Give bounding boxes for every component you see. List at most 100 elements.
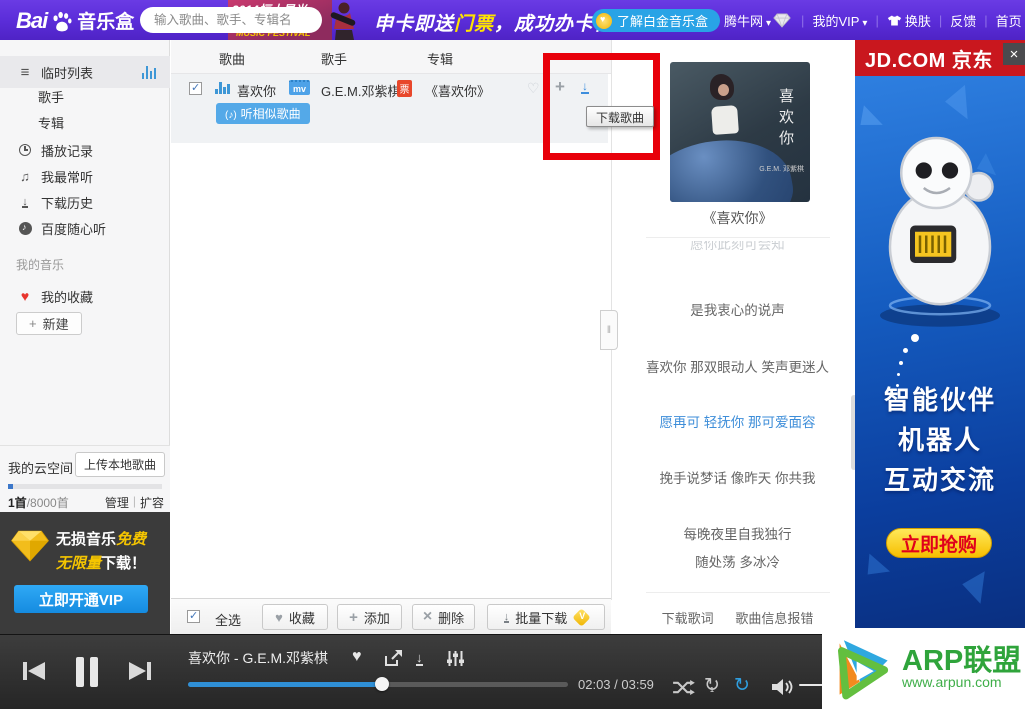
- sidebar-item-artists[interactable]: 歌手: [0, 82, 170, 110]
- add-to-playlist-icon[interactable]: [555, 77, 565, 97]
- baidu-music-logo[interactable]: Bai 音乐盒: [16, 7, 134, 34]
- mv-badge[interactable]: mv: [289, 80, 310, 95]
- nav-separator: [976, 13, 995, 28]
- cloud-usage-text: 1首/8000首: [8, 494, 69, 511]
- now-playing-title[interactable]: 喜欢你 - G.E.M.邓紫棋: [188, 648, 328, 668]
- favorite-heart-icon[interactable]: [527, 80, 540, 97]
- download-song-icon[interactable]: [581, 81, 589, 94]
- song-row[interactable]: 喜欢你 mv G.E.M.邓紫棋 票 《喜欢你》 听相似歌曲: [171, 74, 608, 143]
- volume-icon[interactable]: [772, 679, 794, 695]
- favorite-button[interactable]: 收藏: [262, 604, 328, 630]
- nav-change-skin[interactable]: 换肤: [905, 11, 931, 30]
- open-vip-button[interactable]: 立即开通VIP: [14, 585, 148, 613]
- cloud-manage-link[interactable]: 管理: [105, 494, 129, 511]
- nav-home[interactable]: 首页: [996, 11, 1022, 30]
- platinum-musicbox-button[interactable]: 了解白金音乐盒: [592, 9, 720, 32]
- lyric-line-clipped: 愿你此刻可会知: [620, 241, 855, 252]
- download-icon: [22, 196, 28, 208]
- sidebar-item-download-history[interactable]: 下载历史: [0, 188, 170, 216]
- select-all-checkbox[interactable]: [187, 610, 200, 623]
- player-download-icon[interactable]: [416, 650, 423, 666]
- song-artist[interactable]: G.E.M.邓紫棋: [321, 81, 400, 100]
- add-button[interactable]: 添加: [337, 604, 402, 630]
- song-album[interactable]: 《喜欢你》: [425, 81, 490, 100]
- sidebar-item-play-history[interactable]: 播放记录: [0, 136, 170, 164]
- nav-my-vip[interactable]: 我的VIP: [812, 11, 867, 30]
- sidebar-item-favorites[interactable]: 我的收藏: [0, 282, 170, 310]
- album-art[interactable]: 喜欢你 G.E.M. 邓紫棋: [670, 62, 810, 202]
- sidebar-item-baidu-radio[interactable]: 百度随心听: [0, 214, 170, 242]
- cloud-usage-fill: [8, 484, 13, 489]
- song-row-checkbox[interactable]: [189, 82, 202, 95]
- batch-download-button[interactable]: 批量下载: [487, 604, 605, 630]
- playing-equalizer-icon: [142, 66, 157, 79]
- vip-diamond-icon[interactable]: [773, 13, 791, 28]
- panel-collapse-handle[interactable]: ‖: [600, 310, 618, 350]
- progress-thumb[interactable]: [375, 677, 389, 691]
- arp-name: ARP联盟: [902, 648, 1021, 674]
- column-header-song[interactable]: 歌曲: [219, 49, 245, 68]
- shuffle-icon[interactable]: [672, 679, 695, 696]
- plus-icon: [29, 316, 37, 331]
- jd-ad-body[interactable]: 智能伙伴 机器人 互动交流 立即抢购: [855, 76, 1025, 630]
- nav-tengniu[interactable]: 腾牛网: [724, 11, 771, 30]
- heart-icon: [18, 289, 32, 303]
- share-icon[interactable]: [384, 650, 403, 667]
- baidu-music-window: 2014恒大星光 MUSIC FESTIVAL Bai: [0, 0, 1025, 709]
- buy-now-button[interactable]: 立即抢购: [886, 528, 992, 558]
- download-icon: [504, 611, 510, 623]
- repeat-all-icon[interactable]: ↻: [734, 677, 750, 695]
- ticket-badge[interactable]: 票: [397, 80, 412, 97]
- cloud-expand-link[interactable]: 扩容: [140, 494, 164, 511]
- gold-diamond-icon: [9, 528, 51, 564]
- lyrics-footer: 下载歌词 歌曲信息报错: [620, 608, 855, 627]
- logo-text-bai: Bai: [16, 8, 47, 34]
- card-promo-banner[interactable]: 申卡即送门票，成功办卡再: [374, 9, 614, 36]
- plus-icon: [349, 609, 358, 626]
- upload-local-songs-button[interactable]: 上传本地歌曲: [75, 452, 165, 477]
- jd-advertisement[interactable]: JD.COM 京东 ×: [855, 40, 1025, 630]
- previous-track-button[interactable]: [22, 661, 46, 681]
- ad-triangle-decoration: [868, 554, 892, 577]
- jd-brand: JD.COM 京东: [865, 44, 993, 73]
- progress-fill: [188, 682, 382, 687]
- lyrics-divider: [646, 592, 830, 593]
- player-favorite-icon[interactable]: [352, 648, 362, 666]
- robot-illustration: [865, 118, 1015, 328]
- download-lyrics-link[interactable]: 下载歌词: [662, 611, 714, 626]
- ad-close-button[interactable]: ×: [1003, 43, 1025, 65]
- platinum-heart-icon: [596, 13, 612, 29]
- delete-button[interactable]: 删除: [412, 604, 475, 630]
- new-playlist-button[interactable]: 新建: [16, 312, 82, 335]
- search-input[interactable]: [152, 12, 317, 28]
- column-header-album[interactable]: 专辑: [427, 49, 453, 68]
- ad-triangle-decoration: [962, 571, 998, 607]
- album-caption: 《喜欢你》: [620, 208, 855, 228]
- nav-feedback[interactable]: 反馈: [950, 11, 976, 30]
- nav-separator: [931, 13, 950, 28]
- audio-settings-sliders-icon[interactable]: [446, 650, 465, 667]
- repeat-one-icon[interactable]: ↻: [704, 677, 720, 695]
- lyric-line: 喜欢你 那双眼动人 笑声更迷人: [620, 356, 855, 376]
- listen-similar-songs-button[interactable]: 听相似歌曲: [216, 103, 310, 124]
- time-display: 02:03 / 03:59: [578, 677, 654, 692]
- song-title[interactable]: 喜欢你: [237, 81, 276, 100]
- pause-button[interactable]: [70, 655, 104, 689]
- cloud-space-section: 我的云空间 上传本地歌曲 1首/8000首 管理 | 扩容: [0, 445, 170, 512]
- skin-shirt-icon[interactable]: [887, 14, 902, 27]
- volume-slider[interactable]: [799, 684, 823, 686]
- my-music-section-label: 我的音乐: [16, 256, 64, 273]
- report-song-info-link[interactable]: 歌曲信息报错: [735, 611, 813, 626]
- next-track-button[interactable]: [128, 661, 152, 681]
- dot-decoration: [911, 334, 919, 342]
- cloud-space-title: 我的云空间: [8, 458, 73, 477]
- sidebar-item-albums[interactable]: 专辑: [0, 108, 170, 136]
- column-header-artist[interactable]: 歌手: [321, 49, 347, 68]
- link-separator: |: [133, 494, 136, 511]
- progress-bar[interactable]: [188, 682, 568, 687]
- select-all-label[interactable]: 全选: [215, 610, 241, 629]
- sidebar-item-most-played[interactable]: 我最常听: [0, 162, 170, 190]
- song-table-header: 歌曲 歌手 专辑: [171, 40, 611, 74]
- jd-ad-header: JD.COM 京东: [855, 40, 1025, 76]
- search-box[interactable]: [140, 7, 322, 33]
